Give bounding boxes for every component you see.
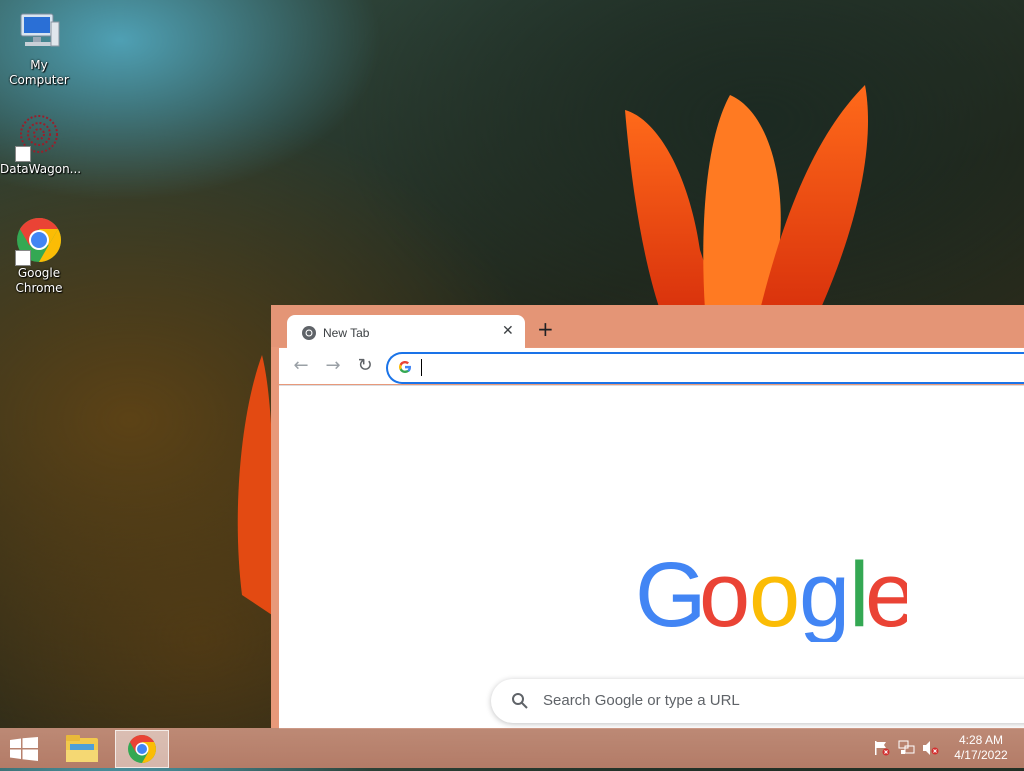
desktop-icon-google-chrome[interactable]: Google Chrome [0, 216, 78, 296]
chrome-tab-icon [302, 326, 316, 340]
shortcut-arrow-icon [15, 250, 31, 266]
text-caret [421, 359, 422, 376]
toolbar: ← → ↻ [279, 348, 1024, 384]
forward-button[interactable]: → [321, 354, 345, 378]
taskbar: 4:28 AM 4/17/2022 [0, 728, 1024, 768]
logo-letter: o [749, 546, 800, 642]
desktop-icon-my-computer[interactable]: My Computer [0, 8, 78, 88]
desktop-icon-datawagon[interactable]: DataWagon... [0, 112, 82, 177]
wallpaper-flower [625, 85, 868, 310]
google-g-icon [399, 361, 411, 373]
desktop-icon-label: Google Chrome [15, 266, 63, 295]
google-logo: G o o g l e [635, 546, 907, 642]
action-center-flag-icon[interactable] [873, 740, 891, 756]
chrome-icon [128, 735, 156, 763]
windows-logo-icon[interactable] [10, 737, 38, 761]
wallpaper-flower-left [237, 355, 274, 615]
shortcut-arrow-icon [15, 146, 31, 162]
datawagon-icon [15, 112, 63, 162]
tab-title: New Tab [323, 326, 370, 340]
logo-letter: e [865, 546, 907, 642]
computer-icon [15, 8, 63, 56]
chrome-icon [15, 216, 63, 266]
address-bar[interactable] [386, 352, 1024, 384]
search-icon [512, 693, 528, 709]
logo-letter: g [799, 546, 850, 642]
clock-time: 4:28 AM [958, 733, 1004, 747]
volume-muted-icon[interactable] [922, 740, 940, 756]
taskbar-clock[interactable]: 4:28 AM 4/17/2022 [946, 733, 1016, 763]
tab-new-tab[interactable]: New Tab ✕ [287, 315, 525, 352]
logo-letter: o [699, 546, 750, 642]
close-tab-icon[interactable]: ✕ [502, 323, 514, 339]
ntp-search-box[interactable]: Search Google or type a URL [491, 679, 1024, 723]
desktop-icon-label: DataWagon... [0, 162, 82, 176]
clock-date: 4/17/2022 [954, 748, 1008, 762]
new-tab-button[interactable]: + [537, 317, 554, 341]
taskbar-file-explorer[interactable] [56, 730, 108, 766]
taskbar-google-chrome[interactable] [115, 730, 169, 768]
search-placeholder: Search Google or type a URL [543, 692, 740, 709]
desktop-icon-label: My Computer [9, 58, 69, 87]
file-explorer-icon [66, 735, 98, 762]
back-button[interactable]: ← [289, 354, 313, 378]
logo-letter: G [635, 546, 707, 642]
chrome-window: New Tab ✕ + ← → ↻ G o o g l e Search Goo… [271, 305, 1024, 729]
network-icon[interactable] [898, 740, 916, 756]
new-tab-page: G o o g l e Search Google or type a URL [279, 385, 1024, 729]
reload-button[interactable]: ↻ [353, 354, 377, 378]
